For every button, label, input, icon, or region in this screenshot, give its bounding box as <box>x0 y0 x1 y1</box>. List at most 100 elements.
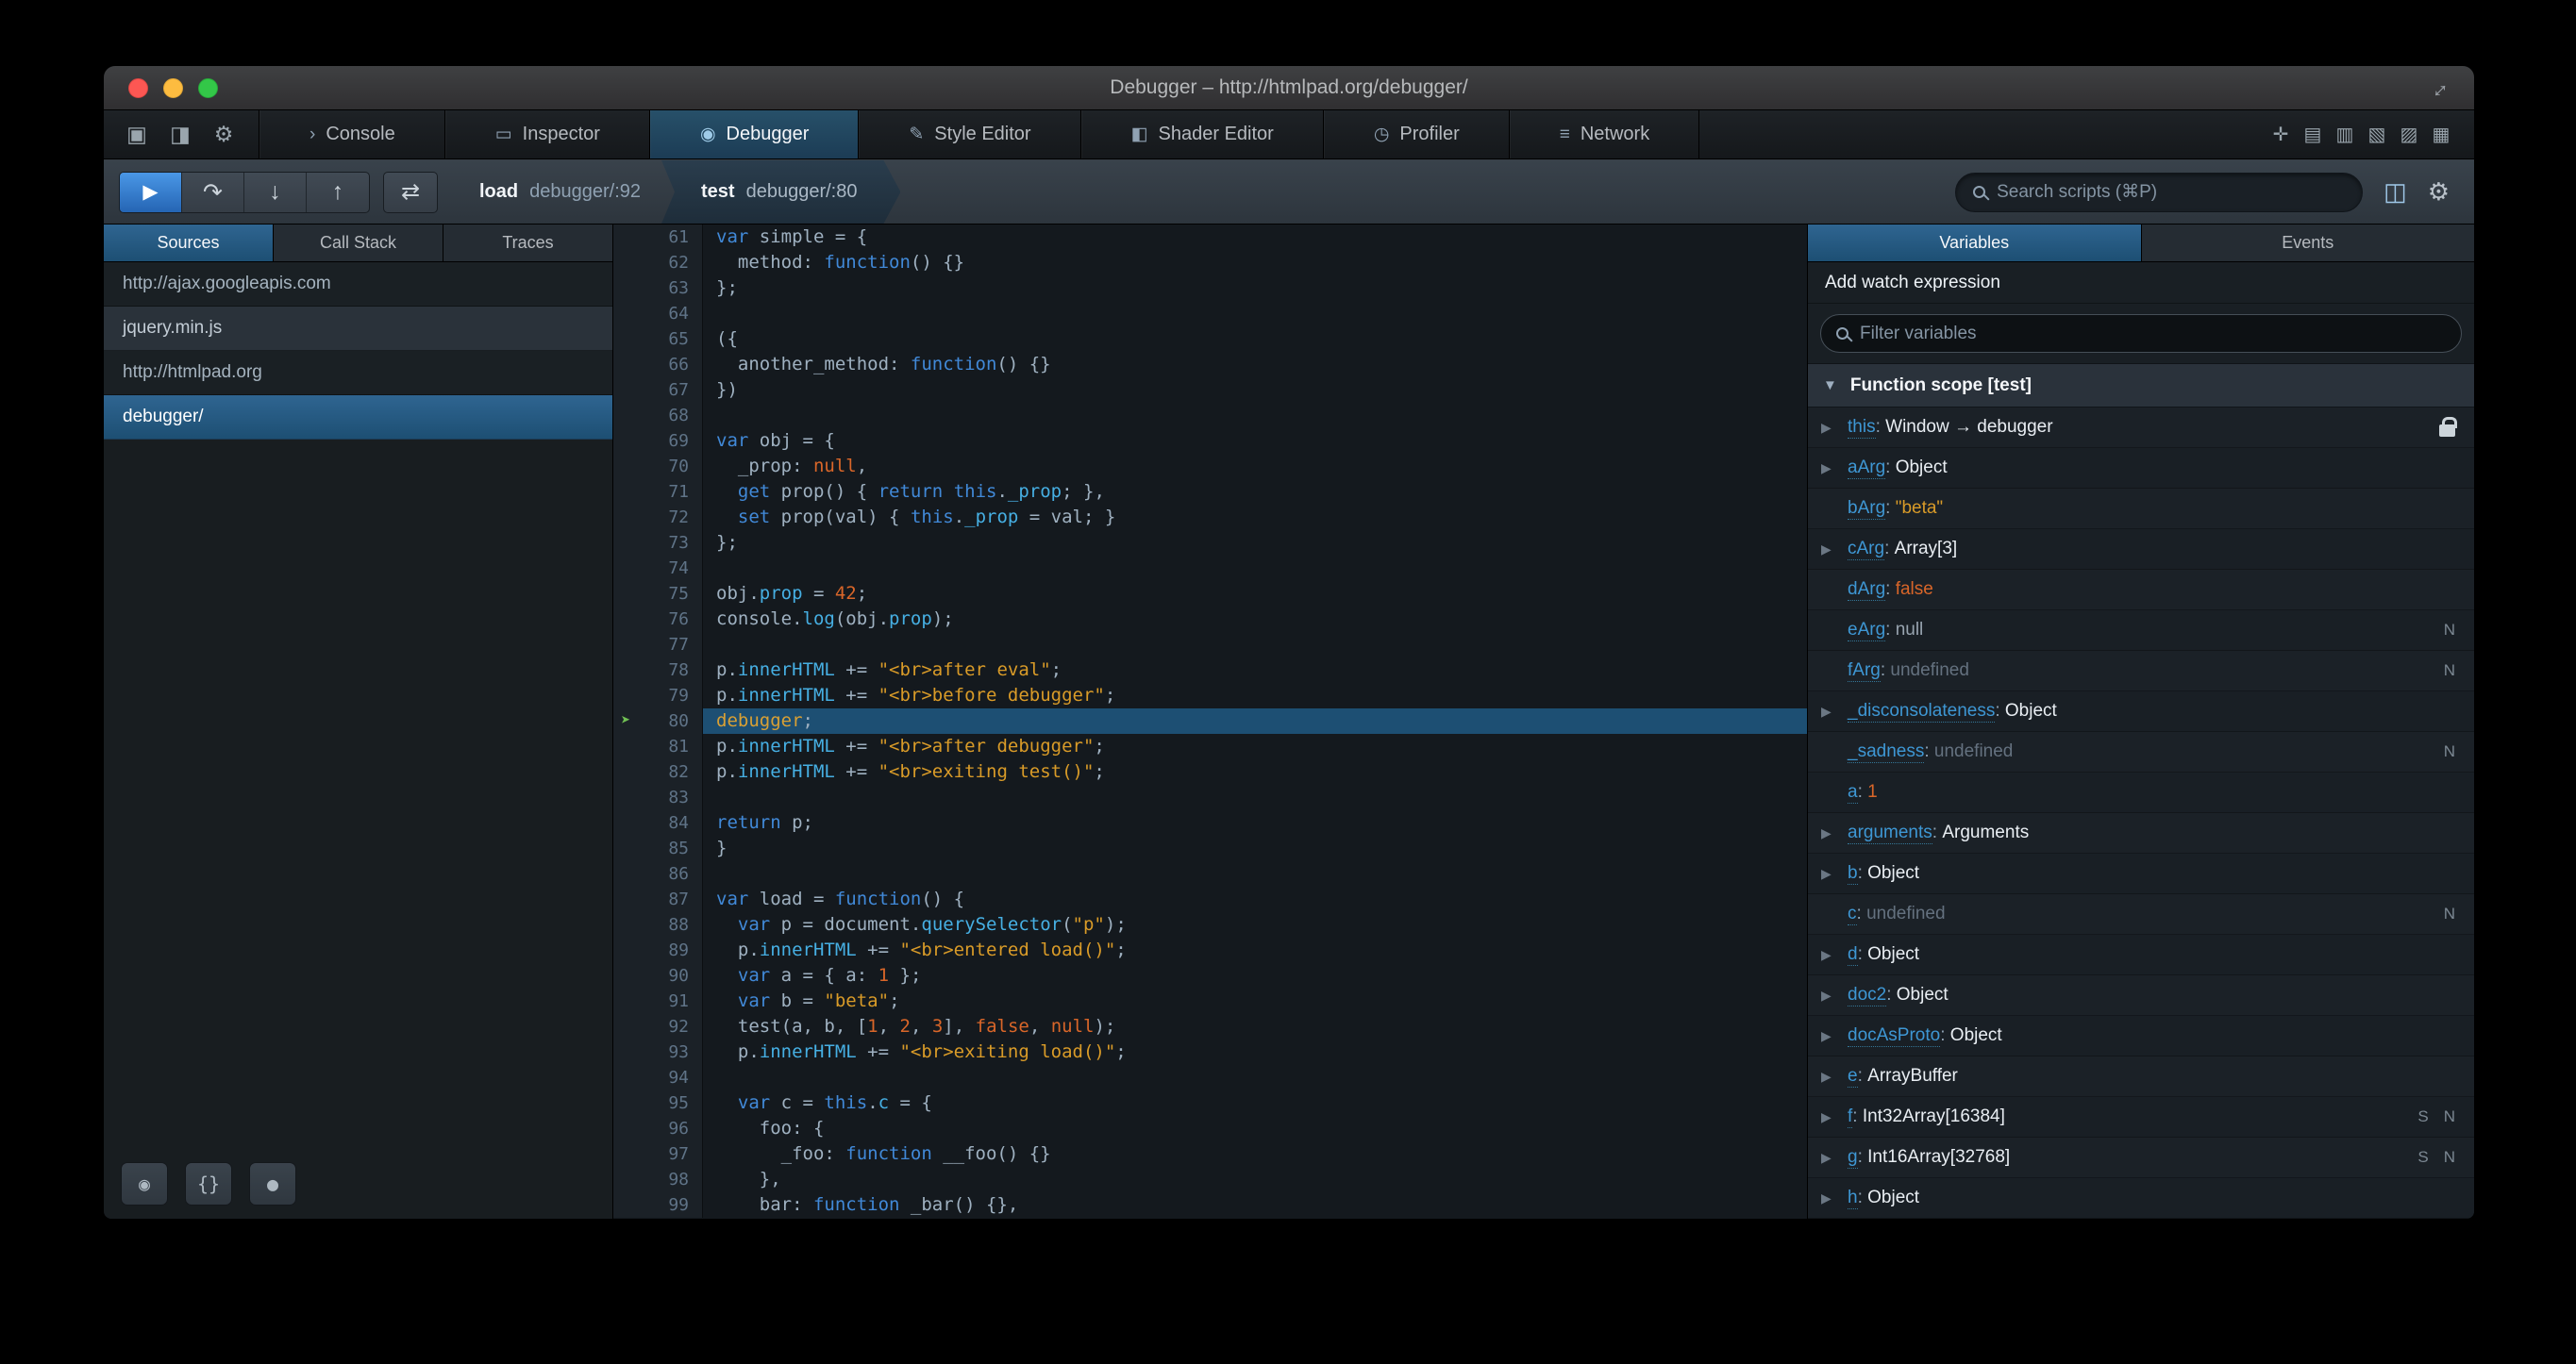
search-scripts-input[interactable] <box>1997 181 2346 203</box>
pick-element-icon[interactable]: ✛ <box>2265 110 2297 158</box>
line-number[interactable]: 78 <box>613 657 703 683</box>
close-button[interactable] <box>128 77 148 98</box>
line-number[interactable]: 66 <box>613 352 703 377</box>
variable-row-aArg[interactable]: ▶ aArg: Object <box>1808 448 2474 489</box>
tab-call-stack[interactable]: Call Stack <box>274 225 443 261</box>
line-number[interactable]: 94 <box>613 1065 703 1090</box>
resume-button[interactable]: ▶ <box>120 172 182 212</box>
line-number[interactable]: 62 <box>613 250 703 275</box>
tab-profiler[interactable]: ◷ Profiler <box>1323 110 1510 158</box>
variable-row-arguments[interactable]: ▶ arguments: Arguments <box>1808 813 2474 854</box>
variable-row-_sadness[interactable]: _sadness: undefined N <box>1808 732 2474 773</box>
line-number[interactable]: 82 <box>613 759 703 785</box>
variable-row-bArg[interactable]: bArg: "beta" <box>1808 489 2474 529</box>
line-number[interactable]: 95 <box>613 1090 703 1116</box>
line-number[interactable]: 81 <box>613 734 703 759</box>
source-item-jquery-min-js[interactable]: jquery.min.js <box>104 307 612 351</box>
line-number[interactable]: 76 <box>613 607 703 632</box>
variable-row-fArg[interactable]: fArg: undefined N <box>1808 651 2474 691</box>
options-gear-icon[interactable]: ⚙ <box>202 110 245 158</box>
line-number[interactable]: 92 <box>613 1014 703 1040</box>
line-number[interactable]: 83 <box>613 785 703 810</box>
split-console-icon[interactable]: ▤ <box>2297 110 2329 158</box>
filter-variables-input[interactable] <box>1860 323 2446 344</box>
line-number[interactable]: 87 <box>613 887 703 912</box>
line-number[interactable]: 79 <box>613 683 703 708</box>
line-number[interactable]: 63 <box>613 275 703 301</box>
dock-bottom-icon[interactable]: ▣ <box>115 110 159 158</box>
variable-row-docAsProto[interactable]: ▶ docAsProto: Object <box>1808 1016 2474 1056</box>
variable-row-a[interactable]: a: 1 <box>1808 773 2474 813</box>
tab-traces[interactable]: Traces <box>443 225 612 261</box>
line-number[interactable]: 84 <box>613 810 703 836</box>
app-grid-icon[interactable]: ▦ <box>2425 110 2457 158</box>
responsive-design-icon[interactable]: ▥ <box>2329 110 2361 158</box>
variable-row-h[interactable]: ▶ h: Object <box>1808 1178 2474 1219</box>
line-number[interactable]: 85 <box>613 836 703 861</box>
tab-network[interactable]: ≡ Network <box>1509 110 1700 158</box>
toggle-pause-exceptions-button[interactable]: ⇄ <box>383 171 438 213</box>
prettify-source-button[interactable]: {} <box>185 1162 232 1206</box>
minimize-button[interactable] <box>163 77 183 98</box>
variable-row-dArg[interactable]: dArg: false <box>1808 570 2474 610</box>
line-number[interactable]: 74 <box>613 556 703 581</box>
tab-shader-editor[interactable]: ◧ Shader Editor <box>1080 110 1324 158</box>
line-number[interactable]: ➤ 80 <box>613 708 703 734</box>
line-number[interactable]: 96 <box>613 1116 703 1141</box>
line-number[interactable]: 91 <box>613 989 703 1014</box>
line-number[interactable]: 69 <box>613 428 703 454</box>
source-item-debugger[interactable]: debugger/ <box>104 395 612 440</box>
source-item-htmlpad-org[interactable]: http://htmlpad.org <box>104 351 612 395</box>
add-watch-expression[interactable]: Add watch expression <box>1808 262 2474 304</box>
tab-events[interactable]: Events <box>2142 225 2475 261</box>
line-number[interactable]: 98 <box>613 1167 703 1192</box>
tab-sources[interactable]: Sources <box>104 225 274 261</box>
line-number[interactable]: 61 <box>613 225 703 250</box>
line-number[interactable]: 67 <box>613 377 703 403</box>
source-item-ajax-googleapis[interactable]: http://ajax.googleapis.com <box>104 262 612 307</box>
line-number[interactable]: 70 <box>613 454 703 479</box>
line-number[interactable]: 75 <box>613 581 703 607</box>
variable-row-c[interactable]: c: undefined N <box>1808 894 2474 935</box>
line-number[interactable]: 73 <box>613 530 703 556</box>
zoom-button[interactable] <box>198 77 218 98</box>
variable-row-d[interactable]: ▶ d: Object <box>1808 935 2474 975</box>
variable-row-e[interactable]: ▶ e: ArrayBuffer <box>1808 1056 2474 1097</box>
tab-style-editor[interactable]: ✎ Style Editor <box>859 110 1081 158</box>
scratchpad-icon[interactable]: ▨ <box>2393 110 2425 158</box>
step-out-button[interactable]: ↑ <box>307 173 369 212</box>
line-number[interactable]: 97 <box>613 1141 703 1167</box>
tab-debugger[interactable]: ◉ Debugger <box>649 110 860 158</box>
line-number[interactable]: 90 <box>613 963 703 989</box>
line-number[interactable]: 64 <box>613 301 703 326</box>
tab-inspector[interactable]: ▭ Inspector <box>444 110 650 158</box>
line-number[interactable]: 77 <box>613 632 703 657</box>
scope-header[interactable]: ▼ Function scope [test] <box>1808 364 2474 408</box>
variable-row-g[interactable]: ▶ g: Int16Array[32768] S N <box>1808 1138 2474 1178</box>
dock-side-icon[interactable]: ◨ <box>159 110 202 158</box>
variable-row-this[interactable]: ▶ this: Window → debugger <box>1808 408 2474 448</box>
variable-row-b[interactable]: ▶ b: Object <box>1808 854 2474 894</box>
stack-frame-load[interactable]: load debugger/:92 <box>459 160 661 224</box>
line-number[interactable]: 71 <box>613 479 703 505</box>
variable-row-f[interactable]: ▶ f: Int32Array[16384] S N <box>1808 1097 2474 1138</box>
line-number[interactable]: 68 <box>613 403 703 428</box>
variable-row-_disconsolateness[interactable]: ▶ _disconsolateness: Object <box>1808 691 2474 732</box>
toggle-panes-icon[interactable]: ◫ <box>2384 177 2407 207</box>
line-number[interactable]: 99 <box>613 1192 703 1218</box>
variable-row-cArg[interactable]: ▶ cArg: Array[3] <box>1808 529 2474 570</box>
line-number[interactable]: 72 <box>613 505 703 530</box>
blackbox-source-button[interactable]: ● <box>249 1162 296 1206</box>
line-number[interactable]: 88 <box>613 912 703 938</box>
line-number[interactable]: 93 <box>613 1040 703 1065</box>
variable-row-eArg[interactable]: eArg: null N <box>1808 610 2474 651</box>
variable-row-doc2[interactable]: ▶ doc2: Object <box>1808 975 2474 1016</box>
tab-console[interactable]: › Console <box>259 110 445 158</box>
tab-variables[interactable]: Variables <box>1808 225 2142 261</box>
paint-flashing-icon[interactable]: ▧ <box>2361 110 2393 158</box>
toggle-pause-on-event-button[interactable]: ◉ <box>121 1162 168 1206</box>
debugger-options-gear-icon[interactable]: ⚙ <box>2428 177 2450 207</box>
line-number[interactable]: 89 <box>613 938 703 963</box>
stack-frame-test[interactable]: test debugger/:80 <box>661 160 900 224</box>
line-number[interactable]: 65 <box>613 326 703 352</box>
